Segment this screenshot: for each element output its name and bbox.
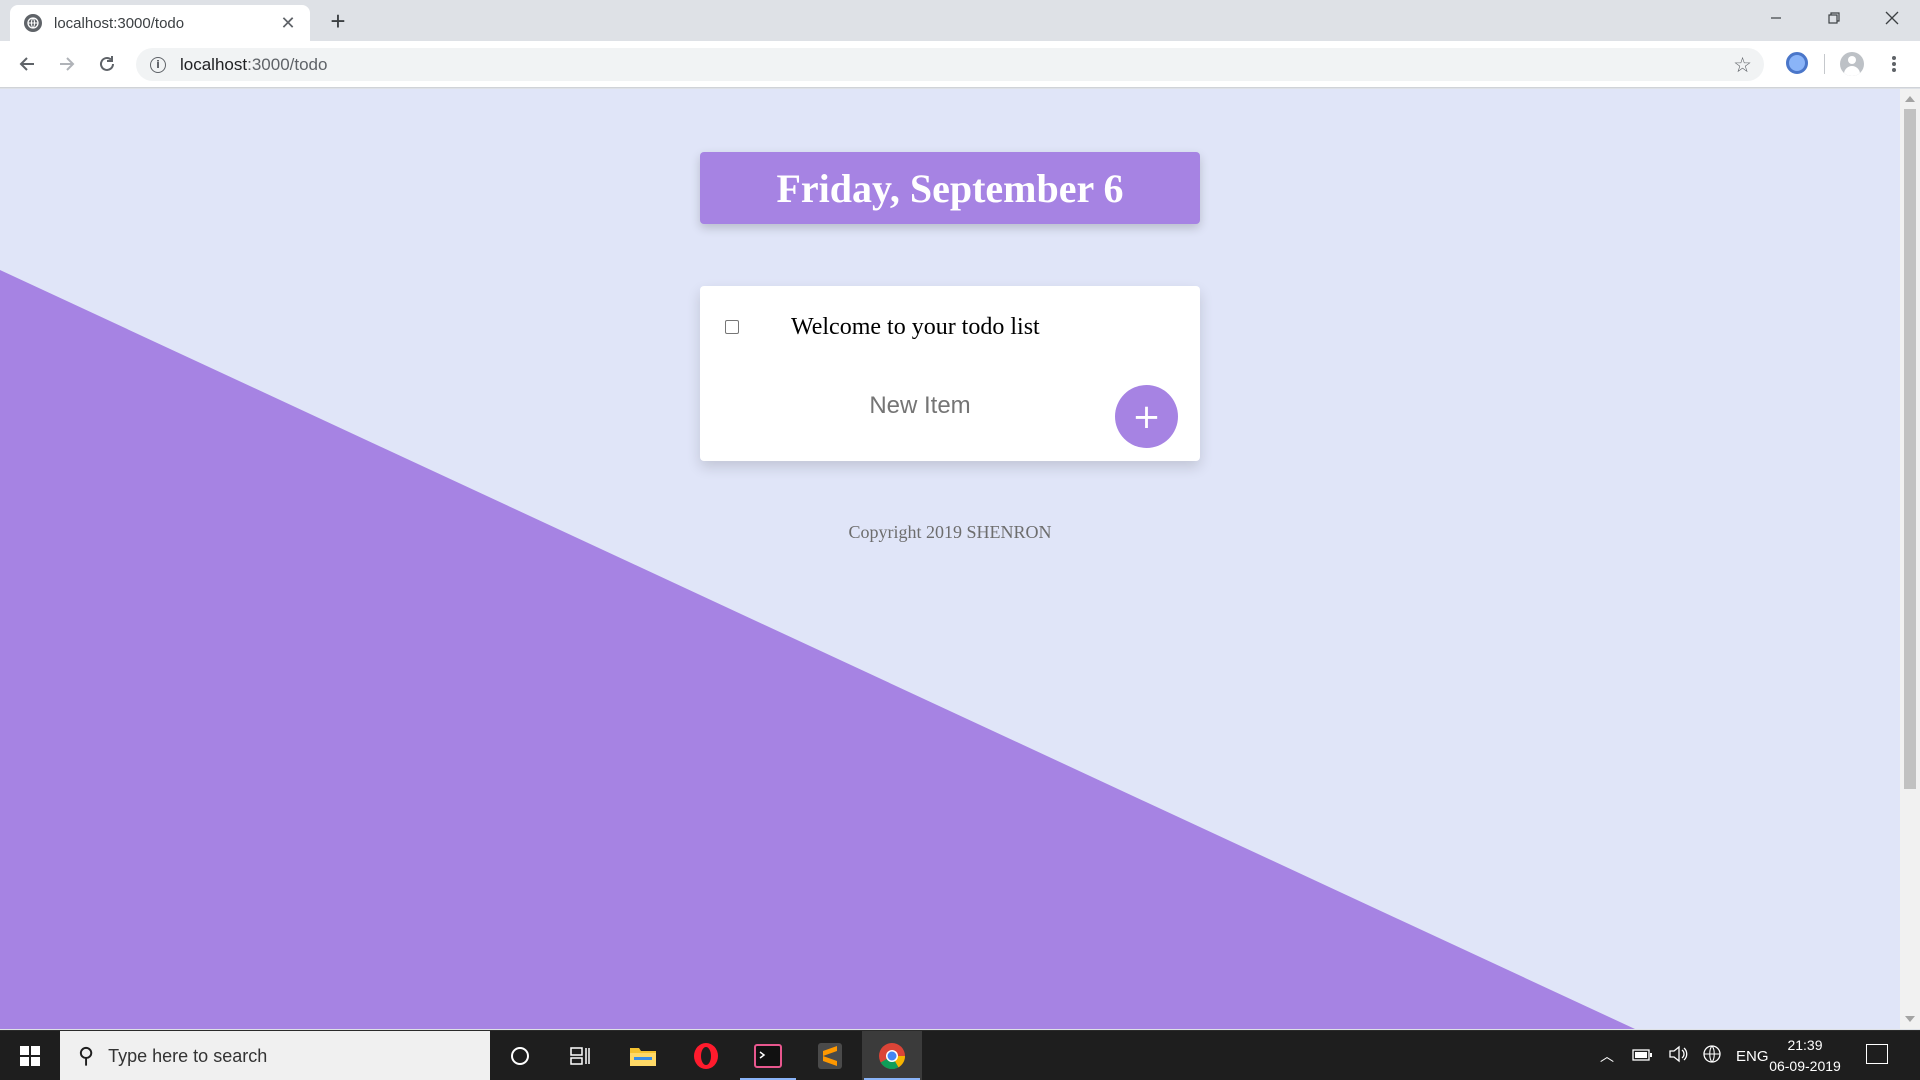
tab-title: localhost:3000/todo bbox=[54, 14, 185, 32]
clock-date: 06-09-2019 bbox=[1769, 1058, 1841, 1074]
todo-card: Welcome to your todo list + bbox=[700, 286, 1200, 461]
extension-icon[interactable] bbox=[1786, 52, 1808, 74]
scrollbar-thumb[interactable] bbox=[1904, 109, 1916, 789]
close-window-button[interactable] bbox=[1864, 0, 1920, 36]
footer-copyright: Copyright 2019 SHENRON bbox=[848, 522, 1052, 542]
add-item-button[interactable]: + bbox=[1115, 385, 1178, 448]
info-icon[interactable]: i bbox=[150, 56, 166, 73]
taskbar-search-box[interactable]: ⚲ Type here to search bbox=[60, 1031, 490, 1080]
url-text: localhost:3000/todo bbox=[180, 55, 327, 75]
more-menu-icon[interactable] bbox=[1884, 52, 1904, 76]
page-title: Friday, September 6 bbox=[776, 165, 1124, 211]
chevron-up-icon[interactable]: ︿ bbox=[1600, 1046, 1614, 1066]
page-scrollbar[interactable] bbox=[1900, 89, 1920, 1029]
network-globe-icon[interactable] bbox=[1702, 1044, 1722, 1068]
system-tray: ︿ ENG bbox=[1600, 1031, 1769, 1080]
background-diagonal-shape bbox=[0, 270, 1635, 1029]
volume-icon[interactable] bbox=[1668, 1045, 1688, 1067]
restore-button[interactable] bbox=[1806, 0, 1862, 36]
forward-arrow-icon[interactable] bbox=[51, 48, 83, 80]
task-view-icon[interactable] bbox=[550, 1031, 610, 1080]
new-item-input[interactable] bbox=[795, 388, 1045, 424]
browser-tab[interactable]: localhost:3000/todo ✕ bbox=[10, 5, 310, 41]
file-explorer-icon[interactable] bbox=[613, 1031, 673, 1080]
todo-checkbox[interactable] bbox=[725, 320, 739, 334]
todo-item: Welcome to your todo list bbox=[725, 312, 1040, 342]
start-button[interactable] bbox=[0, 1031, 60, 1080]
todo-item-text: Welcome to your todo list bbox=[791, 313, 1040, 340]
scroll-up-arrow-icon[interactable] bbox=[1905, 96, 1915, 102]
minimize-button[interactable] bbox=[1748, 0, 1804, 36]
cortana-icon[interactable] bbox=[490, 1031, 550, 1080]
profile-avatar-icon[interactable] bbox=[1840, 52, 1864, 76]
url-path: :3000/todo bbox=[247, 54, 328, 74]
reload-icon[interactable] bbox=[91, 48, 123, 80]
windows-taskbar: ⚲ Type here to search ︿ ENG 21:39 06-09-… bbox=[0, 1030, 1920, 1080]
search-placeholder: Type here to search bbox=[108, 1045, 268, 1066]
bookmark-star-icon[interactable]: ☆ bbox=[1733, 53, 1752, 78]
url-host: localhost bbox=[180, 54, 248, 74]
terminal-icon[interactable] bbox=[738, 1031, 798, 1080]
notification-center-icon[interactable] bbox=[1866, 1044, 1888, 1064]
sublime-text-icon[interactable] bbox=[800, 1031, 860, 1080]
new-tab-button[interactable]: + bbox=[324, 8, 352, 36]
page-viewport: Friday, September 6 Welcome to your todo… bbox=[0, 89, 1900, 1029]
toolbar-divider bbox=[1824, 54, 1825, 74]
tab-bar: localhost:3000/todo ✕ + bbox=[0, 0, 1920, 41]
clock-time: 21:39 bbox=[1787, 1037, 1823, 1053]
windows-logo-icon bbox=[20, 1046, 40, 1066]
date-heading-box: Friday, September 6 bbox=[700, 152, 1200, 224]
scroll-down-arrow-icon[interactable] bbox=[1905, 1016, 1915, 1022]
search-icon: ⚲ bbox=[78, 1043, 95, 1069]
tab-close-icon[interactable]: ✕ bbox=[278, 13, 298, 33]
opera-icon[interactable] bbox=[676, 1031, 736, 1080]
globe-icon bbox=[24, 14, 42, 32]
battery-icon[interactable] bbox=[1632, 1048, 1652, 1065]
browser-toolbar: i localhost:3000/todo ☆ bbox=[0, 41, 1920, 88]
back-arrow-icon[interactable] bbox=[11, 48, 43, 80]
address-bar[interactable]: i localhost:3000/todo ☆ bbox=[136, 48, 1764, 81]
taskbar-clock[interactable]: 21:39 06-09-2019 bbox=[1760, 1035, 1850, 1077]
chrome-icon[interactable] bbox=[862, 1031, 922, 1080]
